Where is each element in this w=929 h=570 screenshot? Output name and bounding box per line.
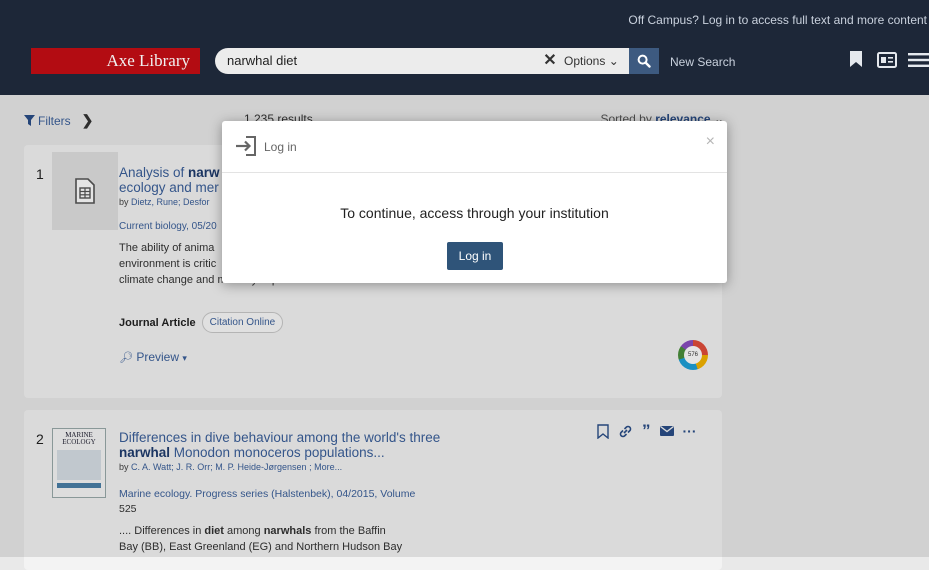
search-icon: [637, 54, 651, 68]
options-dropdown[interactable]: Options ⌄: [564, 54, 619, 68]
top-header: Off Campus? Log in to access full text a…: [0, 0, 929, 95]
login-button[interactable]: Log in: [447, 242, 503, 270]
menu-icon[interactable]: [908, 53, 929, 72]
offcampus-login-link[interactable]: Off Campus? Log in to access full text a…: [628, 13, 927, 27]
options-label: Options: [564, 54, 606, 68]
chevron-down-icon: ⌄: [608, 54, 619, 68]
login-modal: Log in × To continue, access through you…: [222, 121, 727, 283]
modal-title: Log in: [264, 140, 297, 154]
new-search-link[interactable]: New Search: [670, 55, 735, 69]
login-icon: [236, 136, 256, 156]
search-button[interactable]: [629, 48, 659, 74]
modal-message: To continue, access through your institu…: [340, 205, 609, 221]
search-bar: ✕ Options ⌄: [215, 48, 629, 74]
modal-header: Log in ×: [222, 121, 727, 173]
bookmark-icon[interactable]: [849, 50, 863, 73]
search-input[interactable]: [225, 52, 529, 69]
close-icon[interactable]: ×: [706, 133, 715, 151]
clear-search-icon[interactable]: ✕: [543, 51, 557, 71]
citation-card-icon[interactable]: [877, 52, 897, 73]
library-logo[interactable]: Axe Library: [31, 48, 200, 74]
